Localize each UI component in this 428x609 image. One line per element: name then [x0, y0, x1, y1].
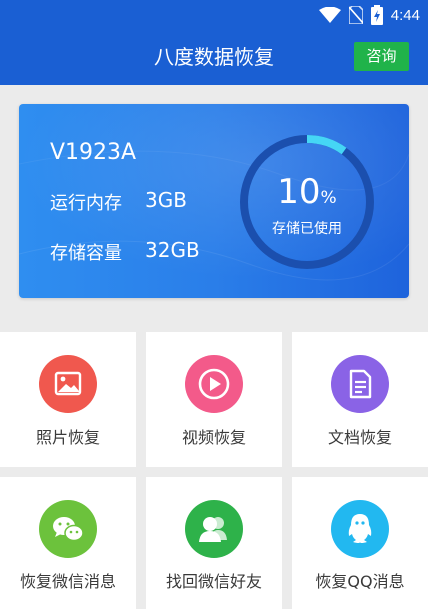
wechat-message-recovery-tile[interactable]: 恢复微信消息: [0, 477, 136, 609]
ram-value: 3GB: [145, 188, 187, 212]
video-recovery-tile[interactable]: 视频恢复: [146, 332, 282, 467]
tile-label: 恢复QQ消息: [315, 572, 405, 591]
tile-label: 恢复微信消息: [19, 572, 116, 591]
tile-label: 文档恢复: [327, 428, 392, 447]
tile-label: 视频恢复: [181, 428, 246, 447]
app-bar: 八度数据恢复 咨询: [0, 30, 428, 85]
percent-unit: %: [320, 188, 337, 208]
consult-button[interactable]: 咨询: [354, 42, 409, 71]
contacts-icon: [185, 500, 243, 558]
percent-number: 10: [277, 172, 321, 212]
storage-value: 32GB: [145, 238, 200, 262]
document-recovery-tile[interactable]: 文档恢复: [292, 332, 428, 467]
status-time: 4:44: [390, 6, 420, 24]
video-play-icon: [185, 355, 243, 413]
storage-used-percent: 10%: [237, 172, 377, 212]
wechat-icon: [39, 500, 97, 558]
qq-icon: [331, 500, 389, 558]
tile-label: 找回微信好友: [165, 572, 262, 591]
storage-gauge: 10% 存储已使用: [237, 132, 377, 272]
tile-label: 照片恢复: [35, 428, 100, 447]
storage-used-caption: 存储已使用: [272, 221, 342, 237]
status-bar: 4:44: [0, 0, 428, 30]
device-model: V1923A: [50, 140, 137, 165]
storage-label: 存储容量: [50, 243, 122, 264]
battery-charging-icon: [370, 5, 383, 25]
device-info-card: V1923A 运行内存 3GB 存储容量 32GB 10% 存储已使用: [19, 104, 409, 298]
wifi-icon: [318, 7, 341, 23]
qq-message-recovery-tile[interactable]: 恢复QQ消息: [292, 477, 428, 609]
ram-label: 运行内存: [50, 193, 122, 214]
status-icons: 4:44: [318, 4, 420, 26]
photo-icon: [39, 355, 97, 413]
no-sim-icon: [348, 6, 363, 24]
document-icon: [331, 355, 389, 413]
photo-recovery-tile[interactable]: 照片恢复: [0, 332, 136, 467]
wechat-friend-recovery-tile[interactable]: 找回微信好友: [146, 477, 282, 609]
